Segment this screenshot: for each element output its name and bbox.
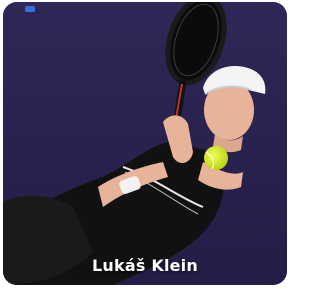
player-name: Lukáš Klein [92, 256, 198, 275]
corner-marker [25, 6, 35, 12]
player-photo [3, 2, 287, 285]
tennis-ball-icon [204, 146, 228, 170]
player-card[interactable]: Lukáš Klein [3, 2, 287, 285]
